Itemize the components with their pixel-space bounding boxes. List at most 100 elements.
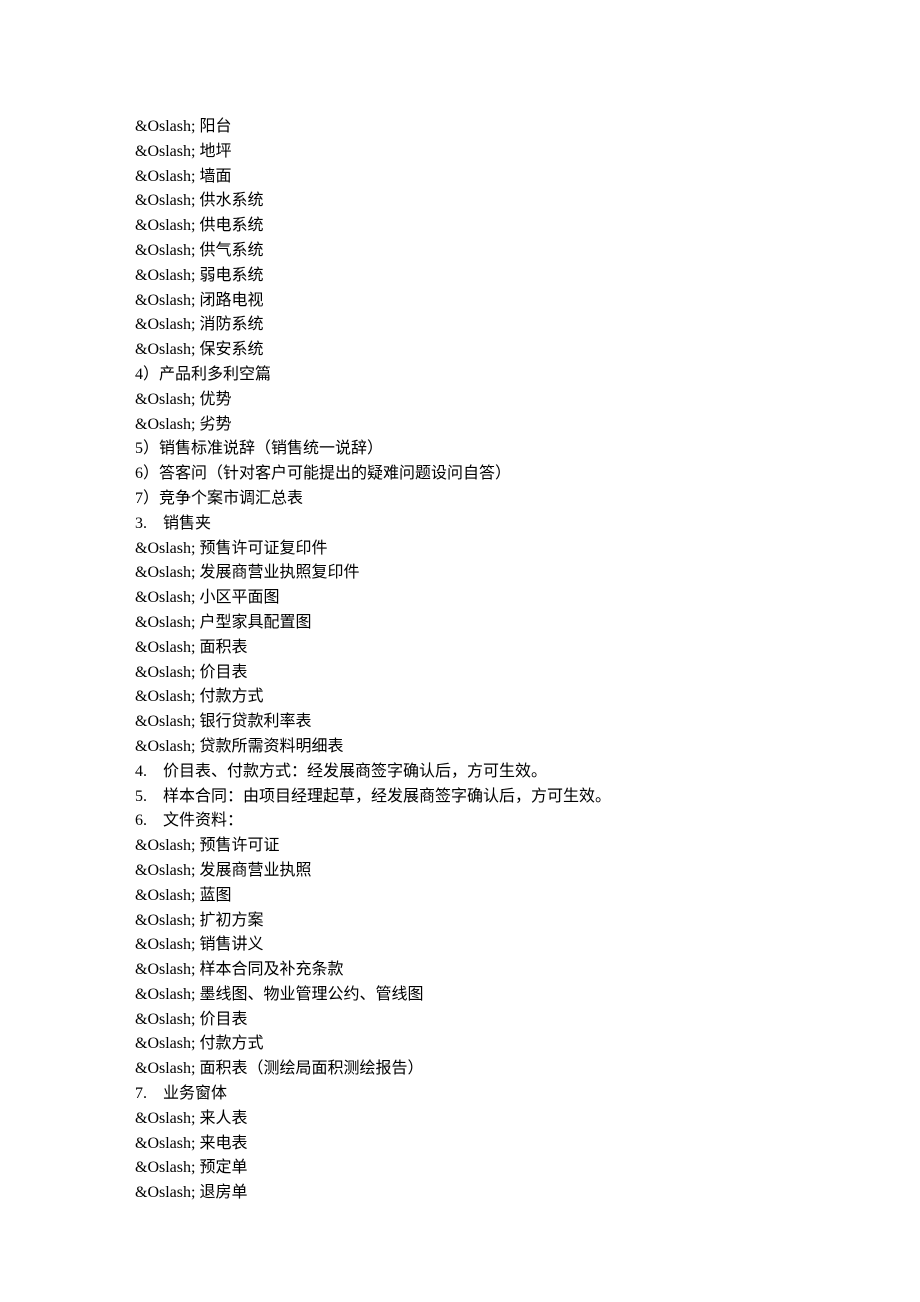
entity-marker: &Oslash; xyxy=(135,143,195,160)
text-line: &Oslash; 地坪 xyxy=(135,140,785,165)
entity-marker: &Oslash; xyxy=(135,688,195,705)
entity-marker: &Oslash; xyxy=(135,341,195,358)
text-line: &Oslash; 供水系统 xyxy=(135,189,785,214)
item-label: 扩初方案 xyxy=(199,912,263,929)
entity-marker: &Oslash; xyxy=(135,391,195,408)
item-label: 供电系统 xyxy=(199,217,263,234)
item-label: 银行贷款利率表 xyxy=(199,713,311,730)
entity-marker: &Oslash; xyxy=(135,242,195,259)
entity-marker: &Oslash; xyxy=(135,912,195,929)
entity-marker: &Oslash; xyxy=(135,267,195,284)
line-text: 4. 价目表、付款方式：经发展商签字确认后，方可生效。 xyxy=(135,763,547,780)
item-label: 发展商营业执照复印件 xyxy=(199,564,359,581)
entity-marker: &Oslash; xyxy=(135,837,195,854)
item-label: 样本合同及补充条款 xyxy=(199,961,343,978)
entity-marker: &Oslash; xyxy=(135,986,195,1003)
text-line: &Oslash; 供气系统 xyxy=(135,239,785,264)
text-line: &Oslash; 保安系统 xyxy=(135,338,785,363)
item-label: 面积表（测绘局面积测绘报告） xyxy=(199,1060,423,1077)
entity-marker: &Oslash; xyxy=(135,118,195,135)
text-line: &Oslash; 墙面 xyxy=(135,165,785,190)
item-label: 优势 xyxy=(199,391,231,408)
item-label: 付款方式 xyxy=(199,688,263,705)
line-text: 5）销售标准说辞（销售统一说辞） xyxy=(135,440,383,457)
text-line: &Oslash; 扩初方案 xyxy=(135,909,785,934)
text-line: &Oslash; 预定单 xyxy=(135,1156,785,1181)
item-label: 来电表 xyxy=(199,1135,247,1152)
text-line: &Oslash; 付款方式 xyxy=(135,685,785,710)
item-label: 预售许可证复印件 xyxy=(199,540,327,557)
text-line: &Oslash; 小区平面图 xyxy=(135,586,785,611)
text-line: &Oslash; 预售许可证 xyxy=(135,834,785,859)
text-line: &Oslash; 预售许可证复印件 xyxy=(135,537,785,562)
item-label: 劣势 xyxy=(199,416,231,433)
text-line: &Oslash; 销售讲义 xyxy=(135,933,785,958)
text-line: &Oslash; 阳台 xyxy=(135,115,785,140)
text-line: &Oslash; 银行贷款利率表 xyxy=(135,710,785,735)
item-label: 闭路电视 xyxy=(199,292,263,309)
entity-marker: &Oslash; xyxy=(135,1060,195,1077)
item-label: 发展商营业执照 xyxy=(199,862,311,879)
item-label: 面积表 xyxy=(199,639,247,656)
text-line: 5. 样本合同：由项目经理起草，经发展商签字确认后，方可生效。 xyxy=(135,785,785,810)
text-line: &Oslash; 样本合同及补充条款 xyxy=(135,958,785,983)
item-label: 价目表 xyxy=(199,1011,247,1028)
text-line: &Oslash; 付款方式 xyxy=(135,1032,785,1057)
entity-marker: &Oslash; xyxy=(135,961,195,978)
text-line: &Oslash; 退房单 xyxy=(135,1181,785,1206)
item-label: 价目表 xyxy=(199,664,247,681)
text-line: 7. 业务窗体 xyxy=(135,1082,785,1107)
entity-marker: &Oslash; xyxy=(135,738,195,755)
entity-marker: &Oslash; xyxy=(135,217,195,234)
item-label: 墨线图、物业管理公约、管线图 xyxy=(199,986,423,1003)
entity-marker: &Oslash; xyxy=(135,540,195,557)
item-label: 墙面 xyxy=(199,168,231,185)
item-label: 贷款所需资料明细表 xyxy=(199,738,343,755)
text-line: 4）产品利多利空篇 xyxy=(135,363,785,388)
item-label: 供水系统 xyxy=(199,192,263,209)
text-line: &Oslash; 蓝图 xyxy=(135,884,785,909)
item-label: 阳台 xyxy=(199,118,231,135)
entity-marker: &Oslash; xyxy=(135,614,195,631)
text-line: &Oslash; 面积表（测绘局面积测绘报告） xyxy=(135,1057,785,1082)
item-label: 保安系统 xyxy=(199,341,263,358)
entity-marker: &Oslash; xyxy=(135,1011,195,1028)
item-label: 地坪 xyxy=(199,143,231,160)
entity-marker: &Oslash; xyxy=(135,862,195,879)
text-line: &Oslash; 价目表 xyxy=(135,661,785,686)
item-label: 供气系统 xyxy=(199,242,263,259)
item-label: 退房单 xyxy=(199,1184,247,1201)
line-text: 4）产品利多利空篇 xyxy=(135,366,271,383)
entity-marker: &Oslash; xyxy=(135,936,195,953)
entity-marker: &Oslash; xyxy=(135,1110,195,1127)
entity-marker: &Oslash; xyxy=(135,887,195,904)
entity-marker: &Oslash; xyxy=(135,292,195,309)
entity-marker: &Oslash; xyxy=(135,713,195,730)
text-line: &Oslash; 面积表 xyxy=(135,636,785,661)
item-label: 来人表 xyxy=(199,1110,247,1127)
text-line: &Oslash; 弱电系统 xyxy=(135,264,785,289)
entity-marker: &Oslash; xyxy=(135,316,195,333)
item-label: 消防系统 xyxy=(199,316,263,333)
line-text: 5. 样本合同：由项目经理起草，经发展商签字确认后，方可生效。 xyxy=(135,788,611,805)
item-label: 小区平面图 xyxy=(199,589,279,606)
item-label: 预售许可证 xyxy=(199,837,279,854)
item-label: 弱电系统 xyxy=(199,267,263,284)
line-text: 7. 业务窗体 xyxy=(135,1085,227,1102)
entity-marker: &Oslash; xyxy=(135,192,195,209)
entity-marker: &Oslash; xyxy=(135,1135,195,1152)
text-line: &Oslash; 墨线图、物业管理公约、管线图 xyxy=(135,983,785,1008)
document-body: &Oslash; 阳台&Oslash; 地坪&Oslash; 墙面&Oslash… xyxy=(135,115,785,1206)
text-line: &Oslash; 供电系统 xyxy=(135,214,785,239)
text-line: &Oslash; 发展商营业执照复印件 xyxy=(135,561,785,586)
text-line: 5）销售标准说辞（销售统一说辞） xyxy=(135,437,785,462)
document-page: &Oslash; 阳台&Oslash; 地坪&Oslash; 墙面&Oslash… xyxy=(0,0,920,1302)
item-label: 蓝图 xyxy=(199,887,231,904)
item-label: 预定单 xyxy=(199,1159,247,1176)
text-line: &Oslash; 发展商营业执照 xyxy=(135,859,785,884)
entity-marker: &Oslash; xyxy=(135,589,195,606)
entity-marker: &Oslash; xyxy=(135,1184,195,1201)
entity-marker: &Oslash; xyxy=(135,664,195,681)
text-line: &Oslash; 来人表 xyxy=(135,1107,785,1132)
text-line: &Oslash; 价目表 xyxy=(135,1008,785,1033)
